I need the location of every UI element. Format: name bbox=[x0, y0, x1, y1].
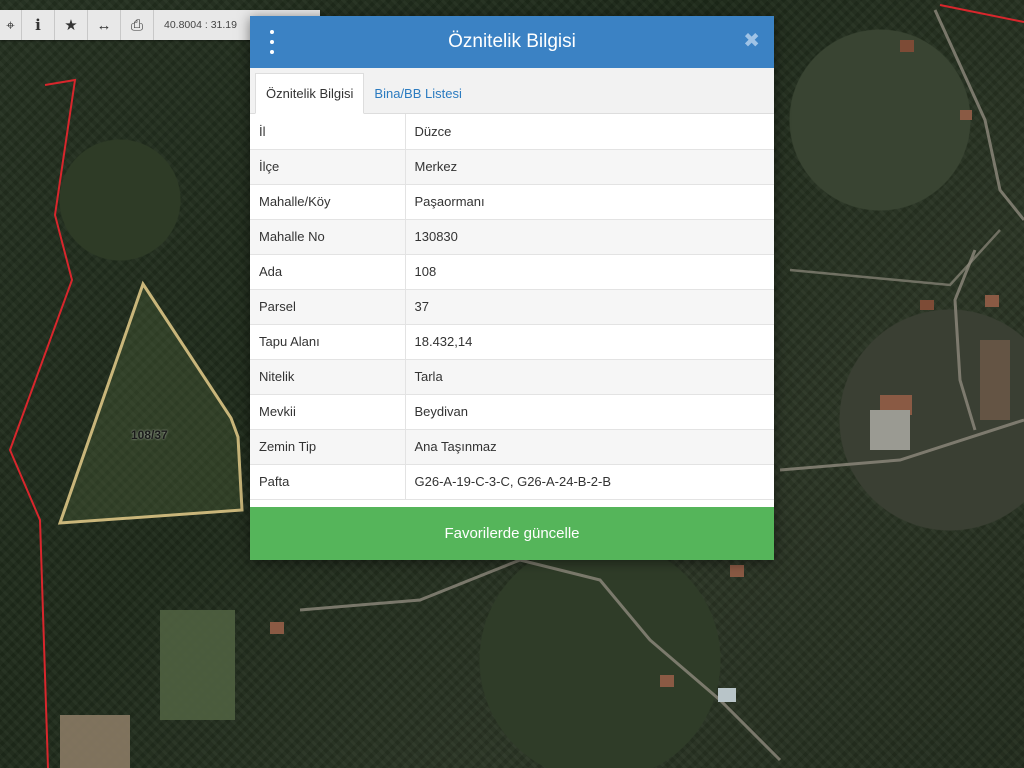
table-row: Ada 108 bbox=[250, 254, 774, 290]
attribute-key: Pafta bbox=[250, 464, 406, 500]
parcel-label: 108/37 bbox=[131, 428, 168, 442]
attribute-value: Ana Taşınmaz bbox=[405, 429, 774, 465]
attribute-value: Merkez bbox=[405, 149, 774, 185]
attribute-value: 130830 bbox=[405, 219, 774, 255]
attribute-value: 37 bbox=[405, 289, 774, 325]
tab-attribute-info[interactable]: Öznitelik Bilgisi bbox=[255, 73, 365, 114]
attribute-value: G26-A-19-C-3-C, G26-A-24-B-2-B bbox=[405, 464, 774, 500]
table-row: Parsel 37 bbox=[250, 289, 774, 325]
attribute-value: Beydivan bbox=[405, 394, 774, 430]
attribute-value: 108 bbox=[405, 254, 774, 290]
star-icon[interactable]: ★ bbox=[55, 10, 88, 40]
table-row: İlçe Merkez bbox=[250, 149, 774, 185]
table-row: Mahalle/Köy Paşaormanı bbox=[250, 184, 774, 220]
dialog-header: Öznitelik Bilgisi ✖ bbox=[250, 16, 774, 68]
attribute-key: Mevkii bbox=[250, 394, 406, 430]
attribute-value: Düzce bbox=[405, 114, 774, 150]
attribute-key: Nitelik bbox=[250, 359, 406, 395]
update-favorites-button[interactable]: Favorilerde güncelle bbox=[250, 507, 774, 560]
attribute-key: Zemin Tip bbox=[250, 429, 406, 465]
crosshair-icon[interactable]: ⌖ bbox=[0, 10, 22, 40]
table-row: Mahalle No 130830 bbox=[250, 219, 774, 255]
attribute-key: İl bbox=[250, 114, 406, 150]
table-row: Tapu Alanı 18.432,14 bbox=[250, 324, 774, 360]
table-row: İl Düzce bbox=[250, 114, 774, 150]
attribute-dialog: Öznitelik Bilgisi ✖ Öznitelik Bilgisi Bi… bbox=[250, 16, 774, 560]
tab-building-list[interactable]: Bina/BB Listesi bbox=[364, 73, 471, 113]
attribute-key: Parsel bbox=[250, 289, 406, 325]
table-row: Pafta G26-A-19-C-3-C, G26-A-24-B-2-B bbox=[250, 464, 774, 500]
print-icon[interactable]: ⎙ bbox=[121, 10, 154, 40]
attribute-table: İl Düzce İlçe Merkez Mahalle/Köy Paşaormanı Ma… bbox=[250, 114, 774, 500]
attribute-key: Ada bbox=[250, 254, 406, 290]
dialog-tabs: Öznitelik Bilgisi Bina/BB Listesi bbox=[250, 68, 774, 114]
attribute-value: Paşaormanı bbox=[405, 184, 774, 220]
attribute-key: Tapu Alanı bbox=[250, 324, 406, 360]
attribute-value: Tarla bbox=[405, 359, 774, 395]
close-icon[interactable]: ✖ bbox=[743, 31, 760, 51]
measure-icon[interactable]: ↔ bbox=[88, 10, 121, 40]
coordinate-readout: 40.8004 : 31.19 bbox=[164, 19, 237, 31]
attribute-key: İlçe bbox=[250, 149, 406, 185]
table-row: Mevkii Beydivan bbox=[250, 394, 774, 430]
more-options-icon[interactable] bbox=[267, 30, 277, 54]
dialog-title: Öznitelik Bilgisi bbox=[448, 31, 576, 52]
attribute-value: 18.432,14 bbox=[405, 324, 774, 360]
attribute-key: Mahalle No bbox=[250, 219, 406, 255]
table-row: Nitelik Tarla bbox=[250, 359, 774, 395]
attribute-key: Mahalle/Köy bbox=[250, 184, 406, 220]
table-row: Zemin Tip Ana Taşınmaz bbox=[250, 429, 774, 465]
info-icon[interactable]: i bbox=[22, 10, 55, 40]
